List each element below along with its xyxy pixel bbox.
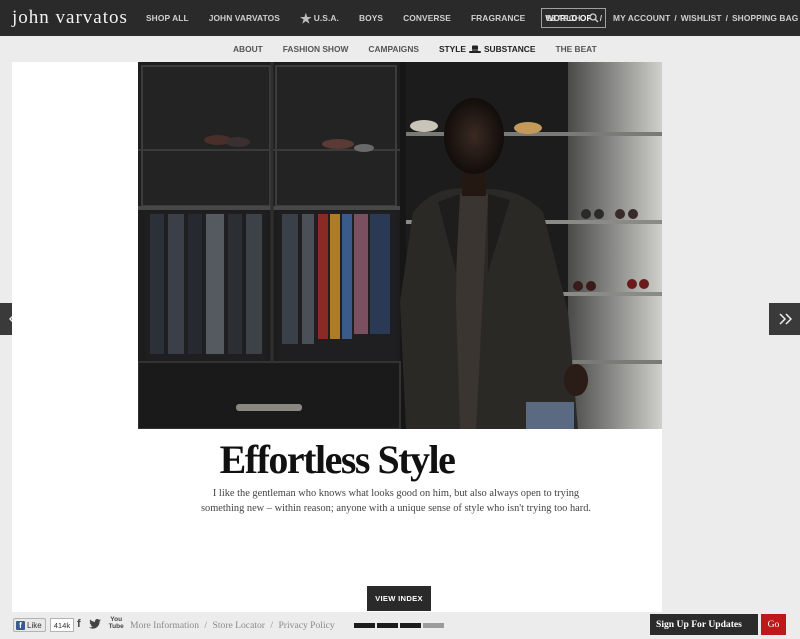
quote-line-2: something new – within reason; anyone wi…	[200, 503, 591, 514]
slide-indicator-segment[interactable]	[400, 623, 421, 628]
twitter-icon[interactable]	[88, 618, 101, 629]
footer-link-separator: /	[270, 620, 274, 631]
nav-boys[interactable]: BOYS	[359, 13, 383, 23]
store-locator-link[interactable]: Store Locator	[213, 620, 265, 631]
nav-converse[interactable]: CONVERSE	[403, 13, 451, 23]
footer-link-separator: /	[204, 620, 208, 631]
top-nav-bar: john varvatos SHOP ALL JOHN VARVATOS ★ U…	[0, 0, 800, 36]
facebook-like-widget: f Like 414k	[13, 618, 75, 632]
subnav-substance-label: SUBSTANCE	[483, 44, 536, 54]
double-chevron-right-icon	[778, 313, 792, 325]
footer-links: More Information / Store Locator / Priva…	[130, 620, 335, 631]
subnav-style-label: STYLE	[438, 44, 466, 54]
site-logo[interactable]: john varvatos	[12, 7, 128, 29]
next-slide-button[interactable]	[769, 303, 800, 335]
sub-nav-bar: ABOUT FASHION SHOW CAMPAIGNS STYLE SUBST…	[0, 36, 800, 62]
search-input[interactable]	[546, 13, 590, 23]
slide-indicator-segment[interactable]	[354, 623, 375, 628]
nav-fragrance[interactable]: FRAGRANCE	[471, 13, 525, 23]
article-quote: I like the gentleman who knows what look…	[196, 486, 596, 516]
signup-updates-button[interactable]: Sign Up For Updates	[650, 614, 758, 635]
nav-separator: /	[674, 13, 677, 23]
like-count: 414k	[49, 618, 75, 632]
article-panel: Effortless Style I like the gentleman wh…	[12, 62, 662, 612]
hat-icon	[468, 45, 481, 53]
nav-john-varvatos[interactable]: JOHN VARVATOS	[209, 13, 280, 23]
slide-indicator-segment[interactable]	[377, 623, 398, 628]
go-button[interactable]: Go	[761, 614, 786, 635]
subnav-the-beat[interactable]: THE BEAT	[555, 44, 596, 54]
more-information-link[interactable]: More Information	[130, 620, 199, 631]
closet-photo-illustration	[138, 62, 662, 429]
privacy-policy-link[interactable]: Privacy Policy	[278, 620, 334, 631]
search-icon[interactable]	[589, 13, 599, 23]
facebook-like-button[interactable]: f Like	[13, 618, 46, 632]
subnav-campaigns[interactable]: CAMPAIGNS	[368, 44, 419, 54]
footer-bar: f Like 414k f You Tube More Information …	[0, 612, 800, 639]
nav-shop-all[interactable]: SHOP ALL	[146, 13, 189, 23]
like-label: Like	[27, 620, 42, 630]
closet-photo	[138, 62, 662, 429]
quote-line-1: I like the gentleman who knows what look…	[212, 488, 580, 499]
nav-usa[interactable]: ★ U.S.A.	[300, 12, 339, 25]
facebook-icon[interactable]: f	[77, 618, 81, 630]
nav-wishlist[interactable]: WISHLIST	[681, 13, 722, 23]
social-links: f You Tube	[77, 616, 124, 630]
nav-separator: /	[725, 13, 728, 23]
nav-shopping-bag[interactable]: SHOPPING BAG	[732, 13, 798, 23]
nav-usa-label: U.S.A.	[313, 13, 339, 23]
article-title: Effortless Style	[219, 437, 456, 482]
subnav-about[interactable]: ABOUT	[233, 44, 263, 54]
subnav-fashion-show[interactable]: FASHION SHOW	[283, 44, 349, 54]
nav-my-account[interactable]: MY ACCOUNT	[613, 13, 670, 23]
youtube-label-bottom: Tube	[108, 622, 124, 630]
facebook-logo-icon: f	[16, 620, 25, 630]
star-icon: ★	[299, 10, 312, 26]
youtube-icon[interactable]: You Tube	[108, 616, 124, 630]
slide-indicator	[354, 623, 444, 628]
slide-indicator-segment[interactable]	[423, 623, 444, 628]
account-nav: MY ACCOUNT / WISHLIST / SHOPPING BAG	[613, 0, 798, 36]
search-box	[541, 8, 606, 28]
subnav-style-substance[interactable]: STYLE SUBSTANCE	[439, 44, 536, 54]
view-index-button[interactable]: VIEW INDEX	[367, 586, 431, 611]
